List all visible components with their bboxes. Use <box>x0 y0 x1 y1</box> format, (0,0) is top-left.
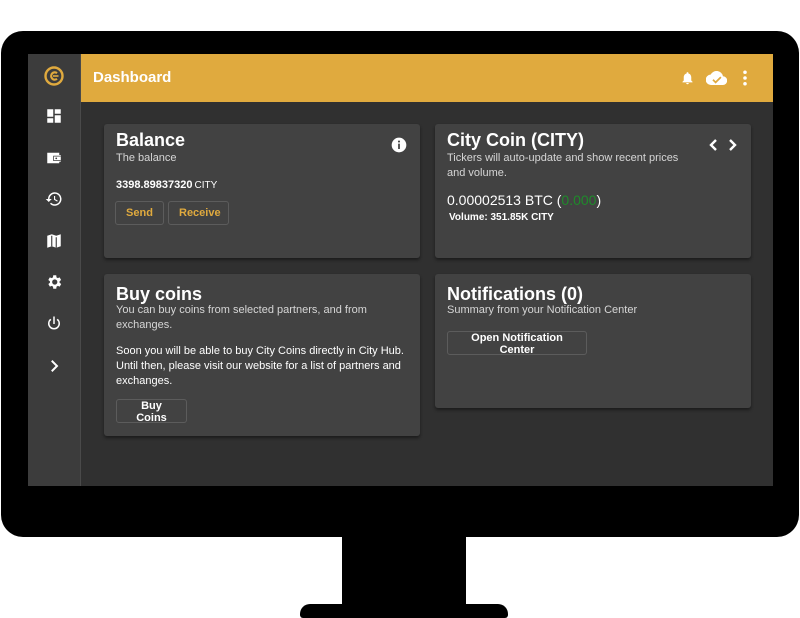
city-coin-logo-icon[interactable] <box>42 64 66 88</box>
chevron-right-icon <box>51 360 59 372</box>
price-close: ) <box>596 192 602 208</box>
history-icon <box>45 192 62 206</box>
ticker-previous-button[interactable] <box>707 138 721 152</box>
balance-amount-line: 3398.89837320 CITY <box>116 179 217 191</box>
sidebar-expand-button[interactable] <box>28 350 80 382</box>
ticker-price: 0.00002513 BTC (0.000) <box>447 192 601 208</box>
notifications-button[interactable] <box>678 68 696 88</box>
sidebar-item-map[interactable] <box>28 225 80 257</box>
balance-subtitle: The balance <box>116 152 177 164</box>
notifications-card: Notifications (0) Summary from your Noti… <box>435 274 751 408</box>
buy-coins-body: Soon you will be able to buy City Coins … <box>116 345 404 387</box>
monitor-stand-neck <box>342 536 466 606</box>
buy-coins-button[interactable]: Buy Coins <box>116 399 187 424</box>
monitor-stand-base <box>300 604 508 618</box>
chevron-right-icon <box>729 139 737 151</box>
balance-title: Balance <box>116 130 186 150</box>
ticker-card: City Coin (CITY) Tickers will auto-updat… <box>435 124 751 258</box>
chevron-left-icon <box>709 139 717 151</box>
more-vertical-icon <box>743 70 747 86</box>
sidebar-item-history[interactable] <box>28 183 80 215</box>
bell-icon <box>682 72 692 85</box>
top-app-bar: Dashboard <box>81 54 773 102</box>
map-icon <box>47 234 61 248</box>
sidebar-item-logout[interactable] <box>28 308 80 340</box>
balance-card: Balance The balance 3398.89837320 CITY Se… <box>104 124 420 258</box>
receive-button[interactable]: Receive <box>168 201 229 225</box>
ticker-next-button[interactable] <box>725 138 739 152</box>
sidebar-item-settings[interactable] <box>28 266 80 298</box>
price-change: 0.000 <box>561 192 597 208</box>
cloud-check-icon <box>705 71 727 86</box>
gear-icon <box>48 275 62 289</box>
balance-unit: CITY <box>194 180 218 191</box>
open-notification-center-button[interactable]: Open Notification Center <box>447 331 587 356</box>
sync-status-button[interactable] <box>705 68 727 88</box>
sidebar-item-dashboard[interactable] <box>28 100 80 132</box>
price-value: 0.00002513 BTC ( <box>447 192 562 208</box>
sidebar <box>28 54 81 486</box>
buy-coins-card: Buy coins You can buy coins from selecte… <box>104 274 420 436</box>
power-icon <box>48 316 60 330</box>
buy-coins-subtitle: You can buy coins from selected partners… <box>116 304 367 331</box>
notifications-title: Notifications (0) <box>447 284 584 304</box>
wallet-icon <box>47 152 61 164</box>
send-button[interactable]: Send <box>115 201 164 225</box>
more-options-button[interactable] <box>739 68 751 88</box>
ticker-subtitle: Tickers will auto-update and show recent… <box>447 152 679 179</box>
buy-coins-title: Buy coins <box>116 284 203 304</box>
ticker-volume: Volume: 351.85K CITY <box>449 212 554 223</box>
page-title: Dashboard <box>93 69 172 86</box>
info-icon[interactable] <box>391 137 407 153</box>
balance-amount: 3398.89837320 <box>116 179 193 191</box>
notifications-subtitle: Summary from your Notification Center <box>447 304 638 316</box>
sidebar-item-wallet[interactable] <box>28 142 80 174</box>
ticker-title: City Coin (CITY) <box>447 130 584 150</box>
dashboard-icon <box>47 109 61 123</box>
app-screen: Dashboard Balance The balance 3398.89837… <box>28 54 773 486</box>
